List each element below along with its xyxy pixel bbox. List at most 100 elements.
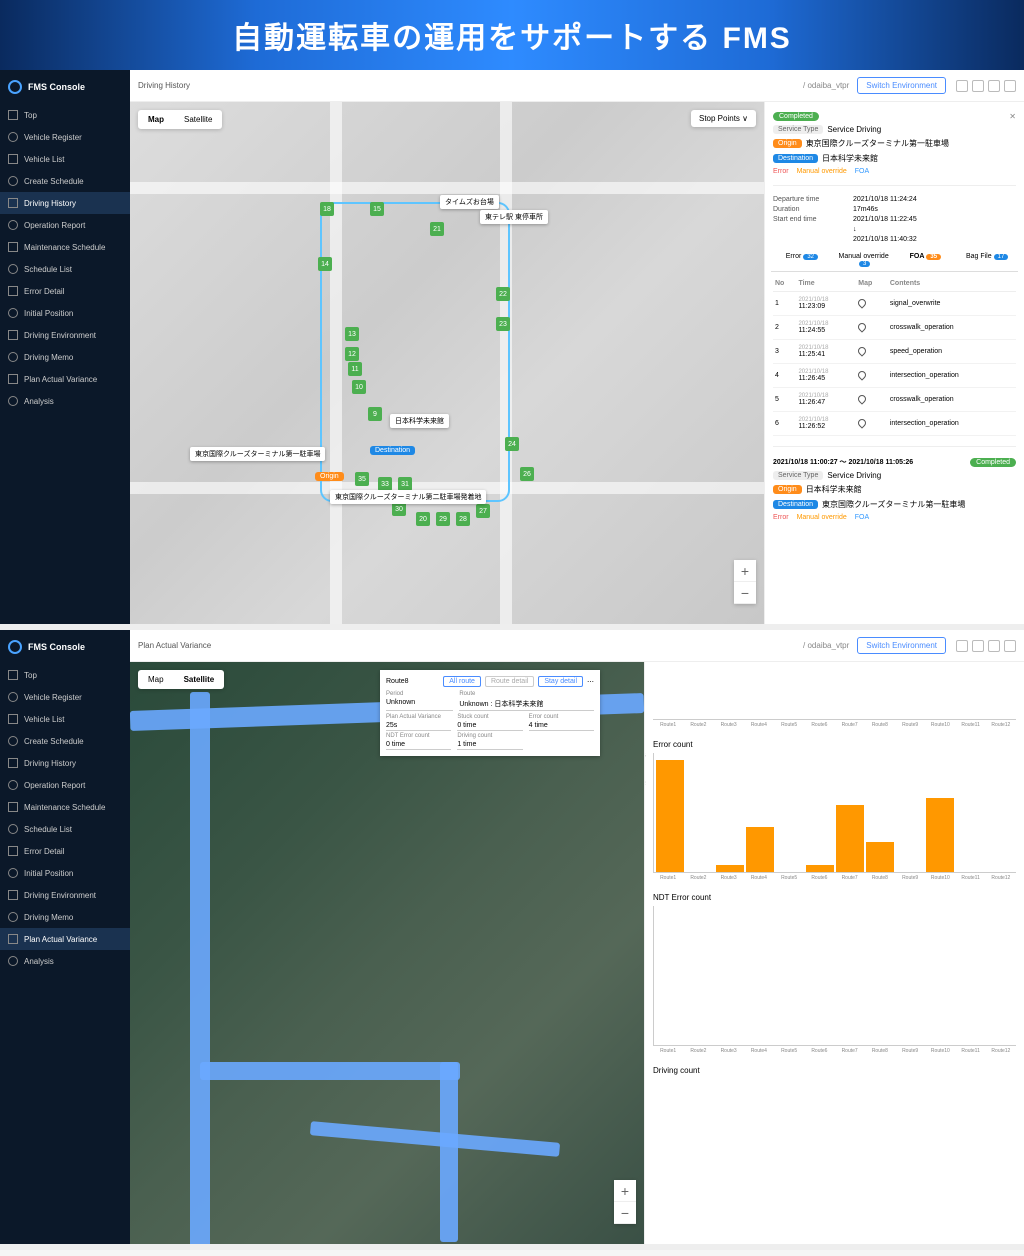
pin-icon[interactable] [857, 297, 868, 308]
metric-tab-manual-override[interactable]: Manual override3 [833, 249, 895, 271]
breadcrumb[interactable]: / odaiba_vtpr [803, 641, 849, 650]
sidebar-item-vehicle-list[interactable]: Vehicle List [0, 148, 130, 170]
table-row[interactable]: 32021/10/1811:25:41speed_operation [773, 340, 1016, 364]
map-tab-satellite[interactable]: Satellite [174, 670, 225, 689]
pin-icon[interactable] [857, 321, 868, 332]
sidebar-item-maintenance-schedule[interactable]: Maintenance Schedule [0, 236, 130, 258]
sidebar-item-vehicle-list[interactable]: Vehicle List [0, 708, 130, 730]
map-tab-map[interactable]: Map [138, 110, 174, 129]
callout-4[interactable]: 東京国際クルーズターミナル第一駐車場 [190, 447, 325, 461]
sidebar-item-schedule-list[interactable]: Schedule List [0, 258, 130, 280]
end-label: Start end time [773, 216, 853, 223]
close-icon[interactable]: ✕ [1009, 112, 1016, 121]
bar[interactable] [866, 842, 894, 872]
zoom-out-button[interactable]: − [734, 582, 756, 604]
switch-environment-button[interactable]: Switch Environment [857, 637, 946, 654]
sidebar-item-vehicle-register[interactable]: Vehicle Register [0, 686, 130, 708]
sidebar-item-top[interactable]: Top [0, 664, 130, 686]
table-row[interactable]: 52021/10/1811:26:47crosswalk_operation [773, 388, 1016, 412]
brand[interactable]: FMS Console [0, 70, 130, 104]
bar[interactable] [656, 760, 684, 872]
bar[interactable] [926, 798, 954, 872]
map-tab-satellite[interactable]: Satellite [174, 110, 222, 129]
gear-icon[interactable] [1004, 640, 1016, 652]
more-icon[interactable]: ⋯ [587, 678, 594, 686]
table-row[interactable]: 22021/10/1811:24:55crosswalk_operation [773, 316, 1016, 340]
all-route-button[interactable]: All route [443, 676, 481, 687]
sidebar-item-top[interactable]: Top [0, 104, 130, 126]
sidebar-item-vehicle-register[interactable]: Vehicle Register [0, 126, 130, 148]
sidebar-item-error-detail[interactable]: Error Detail [0, 840, 130, 862]
sidebar-item-create-schedule[interactable]: Create Schedule [0, 730, 130, 752]
sidebar-item-label: Driving History [24, 759, 76, 768]
zoom-in-button[interactable]: + [734, 560, 756, 582]
sidebar-item-driving-history[interactable]: Driving History [0, 192, 130, 214]
callout-5[interactable]: 東京国際クルーズターミナル第二駐車場発着地 [330, 490, 486, 504]
sidebar-item-label: Driving Environment [24, 891, 96, 900]
bell-icon[interactable] [972, 80, 984, 92]
sidebar-item-initial-position[interactable]: Initial Position [0, 302, 130, 324]
map-tab-map[interactable]: Map [138, 670, 174, 689]
link-foa[interactable]: FOA [855, 168, 869, 175]
link-manual-override[interactable]: Manual override [797, 514, 847, 521]
table-row[interactable]: 42021/10/1811:26:45intersection_operatio… [773, 364, 1016, 388]
prev-dest: 東京国際クルーズターミナル第一駐車場 [822, 499, 965, 510]
brand-icon [8, 640, 22, 654]
link-foa[interactable]: FOA [855, 514, 869, 521]
link-error[interactable]: Error [773, 168, 789, 175]
route-detail-button[interactable]: Route detail [485, 676, 534, 687]
pin-icon[interactable] [857, 345, 868, 356]
pin-icon[interactable] [857, 417, 868, 428]
brand[interactable]: FMS Console [0, 630, 130, 664]
sidebar: FMS Console TopVehicle RegisterVehicle L… [0, 70, 130, 624]
bar[interactable] [716, 865, 744, 872]
user-icon[interactable] [988, 640, 1000, 652]
callout-2[interactable]: 東テレ駅 東停車所 [480, 210, 548, 224]
metric-tab-bag-file[interactable]: Bag File17 [956, 249, 1018, 271]
sidebar-item-initial-position[interactable]: Initial Position [0, 862, 130, 884]
bar[interactable] [836, 805, 864, 872]
map-satellite-canvas[interactable]: Map Satellite Route8 All route Route det… [130, 662, 644, 1244]
stop-points-dropdown[interactable]: Stop Points ∨ [691, 110, 756, 127]
link-error[interactable]: Error [773, 514, 789, 521]
table-row[interactable]: 62021/10/1811:26:52intersection_operatio… [773, 412, 1016, 436]
bell-icon[interactable] [972, 640, 984, 652]
sidebar-item-operation-report[interactable]: Operation Report [0, 214, 130, 236]
pin-icon[interactable] [857, 369, 868, 380]
sidebar-item-driving-memo[interactable]: Driving Memo [0, 346, 130, 368]
sidebar-item-driving-history[interactable]: Driving History [0, 752, 130, 774]
sidebar-item-schedule-list[interactable]: Schedule List [0, 818, 130, 840]
sidebar-item-driving-memo[interactable]: Driving Memo [0, 906, 130, 928]
user-icon[interactable] [988, 80, 1000, 92]
sidebar-item-driving-environment[interactable]: Driving Environment [0, 884, 130, 906]
bar[interactable] [746, 827, 774, 872]
sidebar-item-plan-actual-variance[interactable]: Plan Actual Variance [0, 928, 130, 950]
link-manual-override[interactable]: Manual override [797, 168, 847, 175]
copy-icon[interactable] [956, 80, 968, 92]
sidebar-item-error-detail[interactable]: Error Detail [0, 280, 130, 302]
pin-icon[interactable] [857, 393, 868, 404]
callout-1[interactable]: タイムズお台場 [440, 195, 499, 209]
callout-3[interactable]: 日本科学未来館 [390, 414, 449, 428]
metric-tab-error[interactable]: Error32 [771, 249, 833, 271]
map-canvas[interactable]: 18 15 21 14 22 23 13 12 11 10 9 24 26 35… [130, 102, 764, 624]
zoom-in-button[interactable]: + [614, 1180, 636, 1202]
zoom-out-button[interactable]: − [614, 1202, 636, 1224]
copy-icon[interactable] [956, 640, 968, 652]
sidebar-item-driving-environment[interactable]: Driving Environment [0, 324, 130, 346]
sidebar-item-plan-actual-variance[interactable]: Plan Actual Variance [0, 368, 130, 390]
sidebar-item-operation-report[interactable]: Operation Report [0, 774, 130, 796]
breadcrumb[interactable]: / odaiba_vtpr [803, 81, 849, 90]
status-badge: Completed [970, 458, 1016, 467]
page-title: Driving History [138, 81, 803, 90]
metric-tab-foa[interactable]: FOA35 [895, 249, 957, 271]
gear-icon[interactable] [1004, 80, 1016, 92]
sidebar-item-analysis[interactable]: Analysis [0, 950, 130, 972]
sidebar-item-maintenance-schedule[interactable]: Maintenance Schedule [0, 796, 130, 818]
table-row[interactable]: 12021/10/1811:23:09signal_overwrite [773, 292, 1016, 316]
sidebar-item-analysis[interactable]: Analysis [0, 390, 130, 412]
switch-environment-button[interactable]: Switch Environment [857, 77, 946, 94]
bar[interactable] [806, 865, 834, 872]
stay-detail-button[interactable]: Stay detail [538, 676, 583, 687]
sidebar-item-create-schedule[interactable]: Create Schedule [0, 170, 130, 192]
